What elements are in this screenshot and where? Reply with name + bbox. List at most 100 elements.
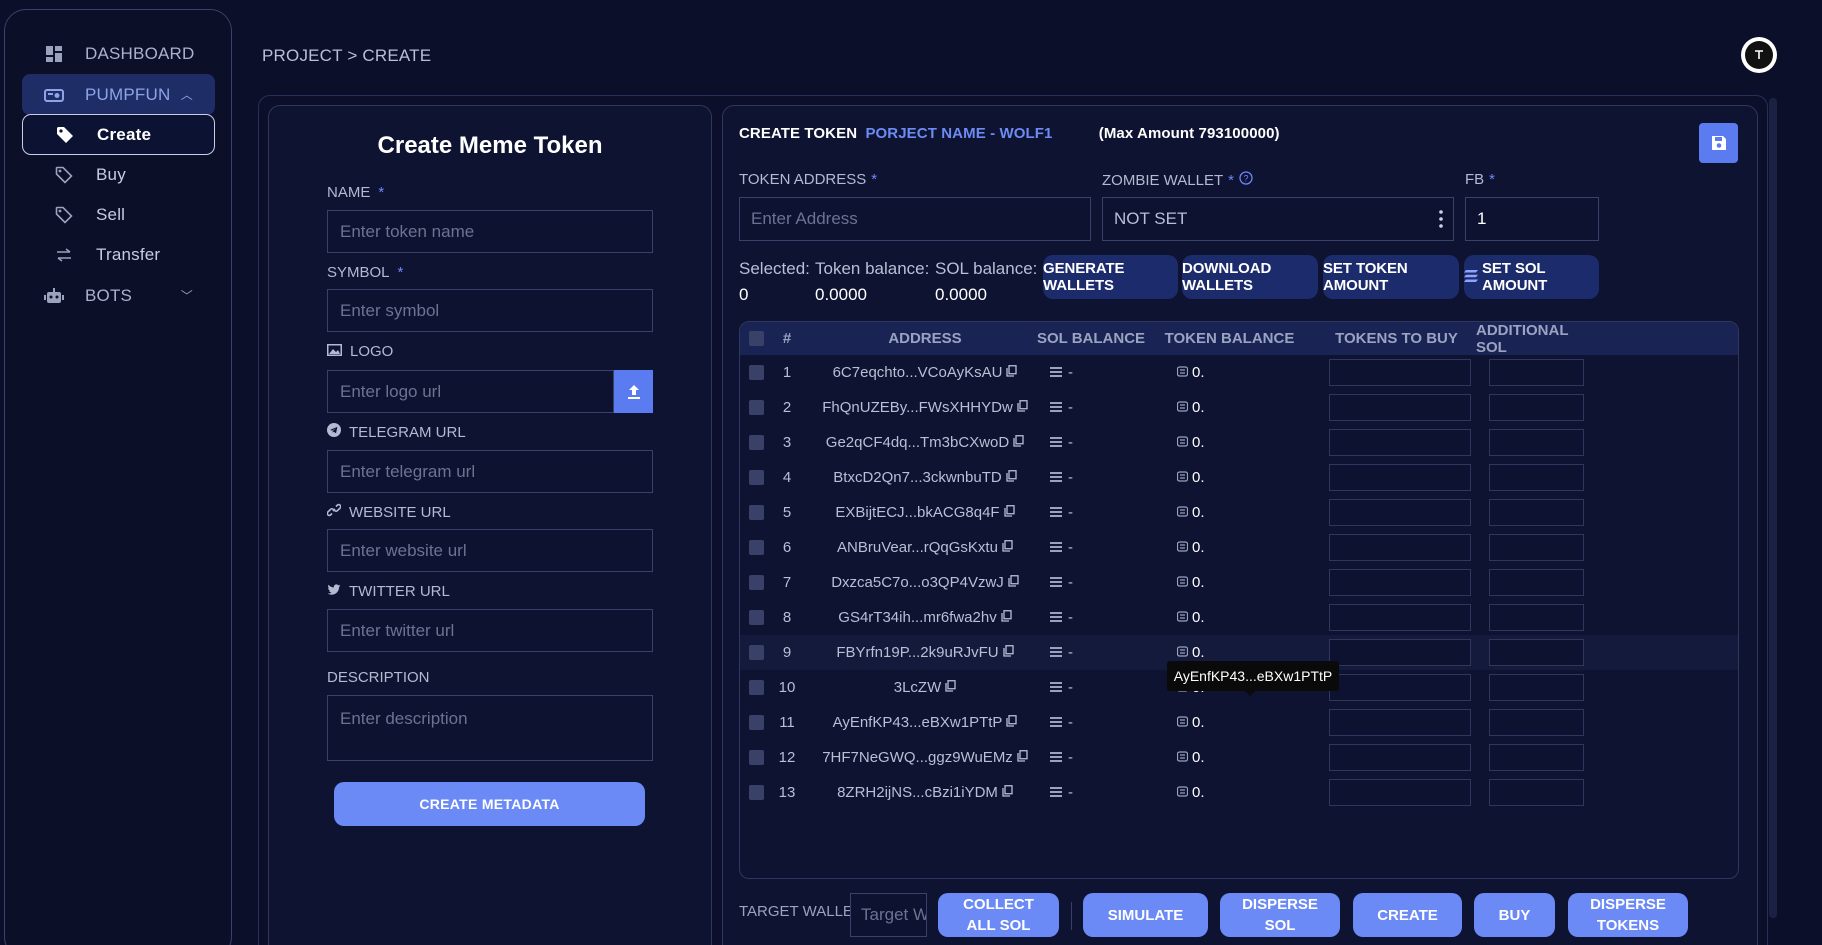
copy-icon[interactable] xyxy=(1008,574,1019,591)
tokens-to-buy-input[interactable] xyxy=(1329,499,1471,526)
copy-icon[interactable] xyxy=(1002,784,1013,801)
row-checkbox[interactable] xyxy=(740,565,772,600)
fb-input[interactable]: 1 xyxy=(1465,197,1599,241)
download-wallets-button[interactable]: DOWNLOAD WALLETS xyxy=(1182,255,1318,299)
table-row[interactable]: 3 Ge2qCF4dq...Tm3bCXwoD - 0. xyxy=(740,425,1738,460)
row-checkbox[interactable] xyxy=(740,600,772,635)
row-checkbox[interactable] xyxy=(740,355,772,390)
additional-sol-input[interactable] xyxy=(1489,709,1584,736)
copy-icon[interactable] xyxy=(1013,434,1024,451)
token-address-input[interactable]: Enter Address xyxy=(739,197,1091,241)
sidebar-item-sell[interactable]: Sell xyxy=(22,194,215,235)
help-icon[interactable]: ? xyxy=(1239,171,1253,189)
sidebar-item-bots[interactable]: BOTS ﹀ xyxy=(22,275,215,316)
row-checkbox[interactable] xyxy=(740,775,772,810)
tokens-to-buy-input[interactable] xyxy=(1329,779,1471,806)
copy-icon[interactable] xyxy=(1006,714,1018,731)
scrollbar-thumb[interactable] xyxy=(1769,98,1777,918)
set-sol-amount-button[interactable]: SET SOL AMOUNT xyxy=(1464,255,1599,299)
create-button[interactable]: CREATE xyxy=(1353,893,1462,937)
disperse-tokens-button[interactable]: DISPERSE TOKENS xyxy=(1568,893,1688,937)
set-token-amount-button[interactable]: SET TOKEN AMOUNT xyxy=(1323,255,1459,299)
copy-icon[interactable] xyxy=(1006,364,1018,381)
additional-sol-input[interactable] xyxy=(1489,464,1584,491)
additional-sol-input[interactable] xyxy=(1489,534,1584,561)
logo-url-input[interactable]: Enter logo url xyxy=(327,370,614,413)
table-row[interactable]: 6 ANBruVear...rQqGsKxtu - 0. xyxy=(740,530,1738,565)
sidebar-item-create[interactable]: Create xyxy=(22,114,215,155)
copy-icon[interactable] xyxy=(1002,539,1013,556)
page-scrollbar[interactable] xyxy=(1769,98,1777,918)
copy-icon[interactable] xyxy=(945,679,956,696)
tokens-to-buy-input[interactable] xyxy=(1329,569,1471,596)
row-checkbox[interactable] xyxy=(740,635,772,670)
copy-icon[interactable] xyxy=(1006,469,1017,486)
twitter-url-input[interactable]: Enter twitter url xyxy=(327,609,653,652)
generate-wallets-button[interactable]: GENERATE WALLETS xyxy=(1043,255,1178,299)
tokens-to-buy-input[interactable] xyxy=(1329,464,1471,491)
row-checkbox[interactable] xyxy=(740,425,772,460)
description-textarea[interactable]: Enter description xyxy=(327,695,653,761)
table-row[interactable]: 12 7HF7NeGWQ...ggz9WuEMz - 0. xyxy=(740,740,1738,775)
table-row[interactable]: 8 GS4rT34ih...mr6fwa2hv - 0. xyxy=(740,600,1738,635)
select-all-checkbox[interactable] xyxy=(740,322,772,355)
zombie-wallet-select[interactable]: NOT SET xyxy=(1102,197,1454,241)
row-checkbox[interactable] xyxy=(740,495,772,530)
additional-sol-input[interactable] xyxy=(1489,359,1584,386)
sidebar-item-buy[interactable]: Buy xyxy=(22,154,215,195)
additional-sol-input[interactable] xyxy=(1489,674,1584,701)
target-wallet-input[interactable]: Target Wallet xyxy=(850,893,927,937)
row-checkbox[interactable] xyxy=(740,670,772,705)
upload-logo-button[interactable] xyxy=(614,370,653,413)
additional-sol-input[interactable] xyxy=(1489,569,1584,596)
row-checkbox[interactable] xyxy=(740,460,772,495)
copy-icon[interactable] xyxy=(1002,644,1014,661)
buy-button[interactable]: BUY xyxy=(1474,893,1555,937)
row-checkbox[interactable] xyxy=(740,390,772,425)
tokens-to-buy-input[interactable] xyxy=(1329,639,1471,666)
tokens-to-buy-input[interactable] xyxy=(1329,394,1471,421)
tokens-to-buy-input[interactable] xyxy=(1329,359,1471,386)
row-checkbox[interactable] xyxy=(740,705,772,740)
telegram-url-input[interactable]: Enter telegram url xyxy=(327,450,653,493)
tokens-to-buy-input[interactable] xyxy=(1329,429,1471,456)
table-row[interactable]: 1 6C7eqchto...VCoAyKsAU - 0. xyxy=(740,355,1738,390)
disperse-sol-button[interactable]: DISPERSE SOL xyxy=(1220,893,1340,937)
copy-icon[interactable] xyxy=(1001,609,1012,626)
create-metadata-button[interactable]: CREATE METADATA xyxy=(334,782,645,826)
copy-icon[interactable] xyxy=(1017,749,1028,766)
additional-sol-input[interactable] xyxy=(1489,394,1584,421)
save-button[interactable] xyxy=(1699,123,1738,163)
additional-sol-input[interactable] xyxy=(1489,499,1584,526)
additional-sol-input[interactable] xyxy=(1489,779,1584,806)
additional-sol-input[interactable] xyxy=(1489,744,1584,771)
row-checkbox[interactable] xyxy=(740,740,772,775)
symbol-input[interactable]: Enter symbol xyxy=(327,289,653,332)
table-row[interactable]: 5 EXBijtECJ...bkACG8q4F - 0. xyxy=(740,495,1738,530)
collect-all-sol-button[interactable]: COLLECT ALL SOL xyxy=(938,893,1059,937)
table-row[interactable]: 4 BtxcD2Qn7...3ckwnbuTD - 0. xyxy=(740,460,1738,495)
tokens-to-buy-input[interactable] xyxy=(1329,709,1471,736)
tokens-to-buy-input[interactable] xyxy=(1329,534,1471,561)
website-url-input[interactable]: Enter website url xyxy=(327,529,653,572)
sidebar-item-transfer[interactable]: Transfer xyxy=(22,234,215,275)
profile-avatar-button[interactable] xyxy=(1741,37,1777,73)
copy-icon[interactable] xyxy=(1017,399,1028,416)
sidebar-item-pumpfun[interactable]: PUMPFUN ︿ xyxy=(22,74,215,115)
tokens-to-buy-input[interactable] xyxy=(1329,744,1471,771)
table-row[interactable]: 11 AyEnfKP43...eBXw1PTtP - 0. xyxy=(740,705,1738,740)
table-row[interactable]: 7 Dxzca5C7o...o3QP4VzwJ - 0. xyxy=(740,565,1738,600)
row-checkbox[interactable] xyxy=(740,530,772,565)
copy-icon[interactable] xyxy=(1003,504,1015,521)
tokens-to-buy-input[interactable] xyxy=(1329,604,1471,631)
additional-sol-input[interactable] xyxy=(1489,639,1584,666)
table-row[interactable]: 2 FhQnUZEBy...FWsXHHYDw - 0. xyxy=(740,390,1738,425)
tokens-to-buy-input[interactable] xyxy=(1329,674,1471,701)
kebab-menu-icon[interactable] xyxy=(1439,210,1443,233)
token-name-input[interactable]: Enter token name xyxy=(327,210,653,253)
additional-sol-input[interactable] xyxy=(1489,429,1584,456)
simulate-button[interactable]: SIMULATE xyxy=(1083,893,1208,937)
sidebar-item-dashboard[interactable]: DASHBOARD xyxy=(22,33,215,74)
table-row[interactable]: 13 8ZRH2ijNS...cBzi1iYDM - 0. xyxy=(740,775,1738,810)
additional-sol-input[interactable] xyxy=(1489,604,1584,631)
